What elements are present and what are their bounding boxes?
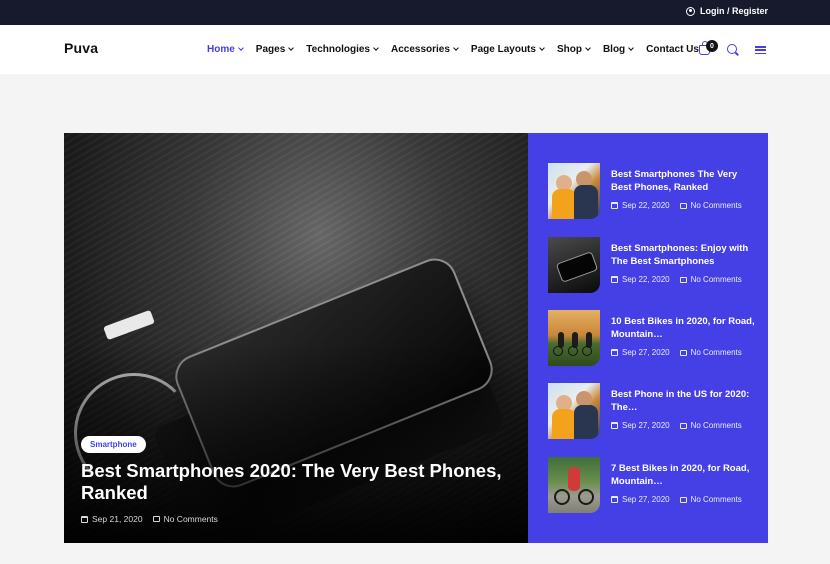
- comment-icon: [152, 516, 160, 522]
- side-post-meta: Sep 27, 2020 No Comments: [611, 495, 742, 504]
- nav-label: Technologies: [306, 44, 370, 55]
- featured-post-meta: Sep 21, 2020 No Comments: [81, 514, 218, 524]
- nav-item-contact-us[interactable]: Contact Us: [646, 44, 699, 55]
- post-date: Sep 27, 2020: [622, 495, 670, 504]
- nav-label: Home: [207, 44, 235, 55]
- login-register-label: Login / Register: [699, 6, 768, 16]
- post-thumbnail[interactable]: [548, 310, 600, 366]
- main-nav: Home Pages Technologies Accessories Page…: [207, 44, 712, 55]
- nav-item-pages[interactable]: Pages: [255, 44, 295, 55]
- nav-label: Page Layouts: [470, 44, 536, 55]
- featured-post[interactable]: Smartphone Best Smartphones 2020: The Ve…: [64, 133, 528, 543]
- post-date: Sep 22, 2020: [622, 201, 670, 210]
- post-thumbnail[interactable]: [548, 457, 600, 513]
- chevron-down-icon: [539, 45, 545, 51]
- side-post[interactable]: 7 Best Bikes in 2020, for Road, Mountain…: [548, 457, 763, 515]
- calendar-icon: [611, 276, 618, 283]
- nav-label: Contact Us: [646, 44, 699, 55]
- post-comments[interactable]: No Comments: [691, 348, 742, 357]
- calendar-icon: [611, 496, 618, 503]
- category-tag[interactable]: Smartphone: [81, 436, 146, 453]
- nav-item-home[interactable]: Home: [207, 44, 244, 55]
- nav-label: Shop: [556, 44, 582, 55]
- comment-icon: [679, 202, 687, 209]
- nav-item-blog[interactable]: Blog: [602, 44, 635, 55]
- menu-icon[interactable]: [755, 46, 766, 55]
- side-post-title[interactable]: Best Smartphones: Enjoy with The Best Sm…: [611, 243, 759, 268]
- top-bar: Login / Register: [0, 0, 830, 25]
- side-post[interactable]: 10 Best Bikes in 2020, for Road, Mountai…: [548, 310, 763, 368]
- post-date: Sep 27, 2020: [622, 421, 670, 430]
- side-post[interactable]: Best Smartphones: Enjoy with The Best Sm…: [548, 237, 763, 295]
- comment-icon: [679, 422, 687, 429]
- user-icon: [685, 6, 695, 16]
- post-comments[interactable]: No Comments: [164, 514, 218, 524]
- side-post-meta: Sep 27, 2020 No Comments: [611, 421, 742, 430]
- side-post[interactable]: Best Smartphones The Very Best Phones, R…: [548, 163, 763, 221]
- post-thumbnail[interactable]: [548, 237, 600, 293]
- side-post-meta: Sep 22, 2020 No Comments: [611, 275, 742, 284]
- post-comments[interactable]: No Comments: [691, 421, 742, 430]
- calendar-icon: [611, 422, 618, 429]
- nav-label: Accessories: [390, 44, 450, 55]
- side-post-title[interactable]: 7 Best Bikes in 2020, for Road, Mountain…: [611, 463, 759, 488]
- calendar-icon: [611, 202, 618, 209]
- nav-item-page-layouts[interactable]: Page Layouts: [470, 44, 545, 55]
- chevron-down-icon: [237, 45, 244, 51]
- post-comments[interactable]: No Comments: [691, 495, 742, 504]
- nav-label: Blog: [602, 44, 626, 55]
- side-post-title[interactable]: Best Smartphones The Very Best Phones, R…: [611, 169, 759, 194]
- search-icon[interactable]: [727, 44, 737, 54]
- post-thumbnail[interactable]: [548, 163, 600, 219]
- nav-label: Pages: [255, 44, 286, 55]
- featured-post-title[interactable]: Best Smartphones 2020: The Very Best Pho…: [81, 460, 521, 504]
- calendar-icon: [81, 515, 88, 523]
- chevron-down-icon: [628, 45, 635, 51]
- side-post-meta: Sep 22, 2020 No Comments: [611, 201, 742, 210]
- nav-item-technologies[interactable]: Technologies: [306, 44, 379, 55]
- comment-icon: [679, 496, 687, 503]
- side-post[interactable]: Best Phone in the US for 2020: The… Sep …: [548, 383, 763, 441]
- chevron-down-icon: [453, 45, 459, 51]
- comment-icon: [679, 349, 687, 356]
- post-date: Sep 22, 2020: [622, 275, 670, 284]
- calendar-icon: [611, 349, 618, 356]
- cart-count-badge: 0: [706, 40, 718, 52]
- site-header: Puva Home Pages Technologies Accessories…: [0, 25, 830, 74]
- post-date: Sep 27, 2020: [622, 348, 670, 357]
- side-post-list: Best Smartphones The Very Best Phones, R…: [528, 133, 768, 543]
- post-date: Sep 21, 2020: [92, 514, 143, 524]
- post-thumbnail[interactable]: [548, 383, 600, 439]
- side-post-title[interactable]: 10 Best Bikes in 2020, for Road, Mountai…: [611, 316, 759, 341]
- side-post-meta: Sep 27, 2020 No Comments: [611, 348, 742, 357]
- chevron-down-icon: [373, 45, 379, 51]
- comment-icon: [679, 276, 687, 283]
- chevron-down-icon: [288, 45, 295, 51]
- login-register-link[interactable]: Login / Register: [685, 6, 768, 16]
- chevron-down-icon: [585, 45, 591, 51]
- site-logo[interactable]: Puva: [64, 40, 98, 56]
- side-post-title[interactable]: Best Phone in the US for 2020: The…: [611, 389, 759, 414]
- post-comments[interactable]: No Comments: [691, 201, 742, 210]
- post-comments[interactable]: No Comments: [691, 275, 742, 284]
- nav-item-shop[interactable]: Shop: [556, 44, 591, 55]
- nav-item-accessories[interactable]: Accessories: [390, 44, 459, 55]
